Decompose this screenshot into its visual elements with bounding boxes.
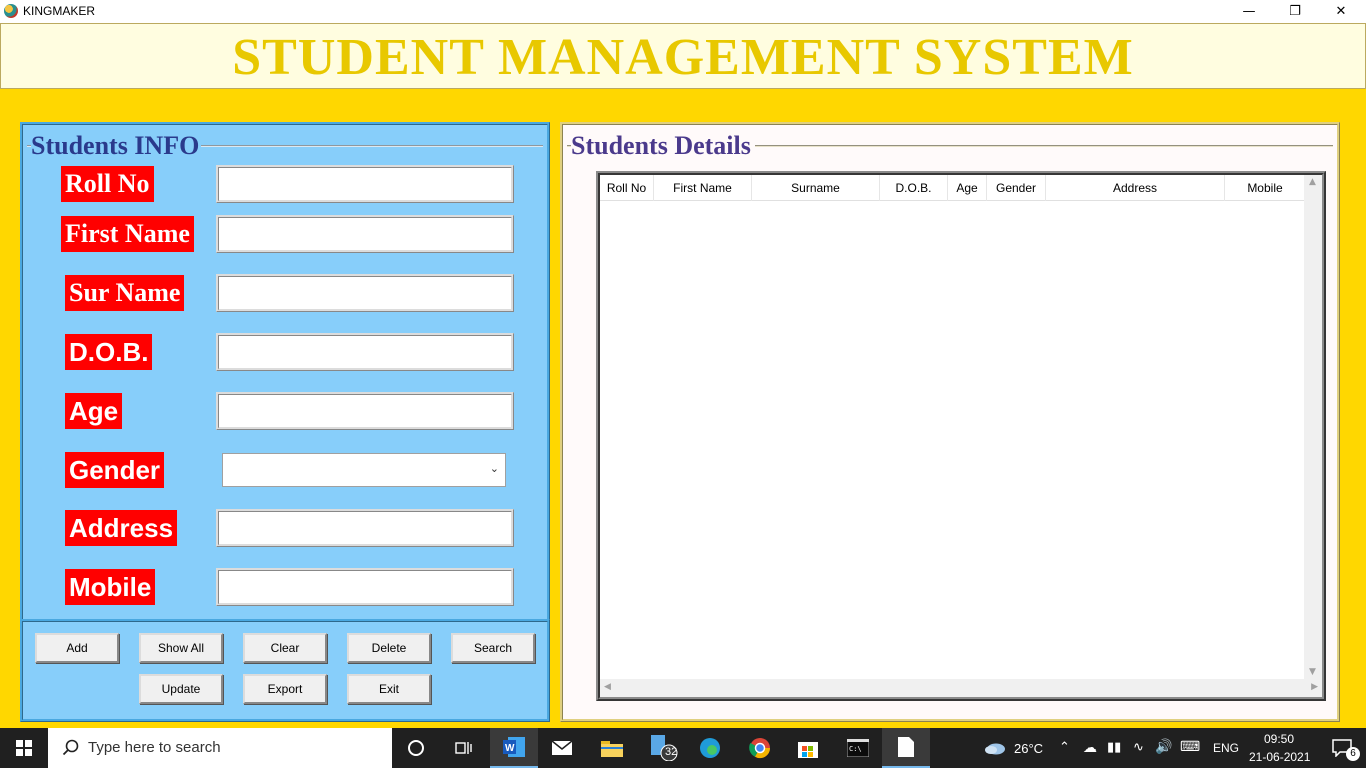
age-label: Age: [65, 393, 123, 429]
sur-name-input[interactable]: [216, 274, 514, 312]
window-title: KINGMAKER: [23, 4, 96, 18]
dob-label: D.O.B.: [65, 334, 153, 370]
badge-count: 32: [665, 746, 678, 758]
students-info-panel: Students INFO Roll No First Name Sur Nam…: [20, 122, 550, 622]
search-placeholder: Type here to search: [88, 739, 221, 756]
delete-button[interactable]: Delete: [347, 633, 431, 663]
restore-button[interactable]: ❐: [1272, 0, 1318, 23]
add-button[interactable]: Add: [35, 633, 119, 663]
clock-time[interactable]: 09:50: [1264, 732, 1294, 746]
roll-no-input[interactable]: [216, 165, 514, 203]
terminal-icon[interactable]: C:\: [834, 728, 882, 768]
mail-icon[interactable]: [538, 728, 586, 768]
address-label: Address: [65, 510, 178, 546]
gender-label: Gender: [65, 452, 165, 488]
notification-count: 6: [1346, 747, 1360, 761]
notification-icon[interactable]: 6: [1318, 728, 1366, 768]
mobile-input[interactable]: [216, 568, 514, 606]
minimize-button[interactable]: —: [1226, 0, 1272, 23]
onedrive-icon[interactable]: ☁: [1083, 739, 1097, 756]
gender-dropdown[interactable]: ⌄: [222, 453, 506, 487]
svg-text:C:\: C:\: [849, 745, 862, 753]
scroll-up-icon[interactable]: ▲: [1309, 177, 1316, 187]
column-header-gender[interactable]: Gender: [987, 175, 1046, 201]
cortana-icon[interactable]: [392, 728, 440, 768]
clear-button[interactable]: Clear: [243, 633, 327, 663]
column-header-dob[interactable]: D.O.B.: [880, 175, 948, 201]
battery-icon[interactable]: ▮▮: [1107, 739, 1121, 755]
roll-no-label: Roll No: [61, 166, 154, 202]
address-input[interactable]: [216, 509, 514, 547]
language-indicator[interactable]: ENG: [1213, 741, 1239, 755]
column-header-first-name[interactable]: First Name: [654, 175, 752, 201]
close-button[interactable]: ✕: [1318, 0, 1364, 23]
column-header-address[interactable]: Address: [1046, 175, 1225, 201]
exit-button[interactable]: Exit: [347, 674, 431, 704]
column-header-roll-no[interactable]: Roll No: [600, 175, 654, 201]
wifi-icon[interactable]: ∿: [1133, 739, 1144, 755]
weather-icon[interactable]: [980, 728, 1010, 768]
students-details-title: Students Details: [571, 131, 755, 161]
taskbar-search-box[interactable]: Type here to search: [48, 728, 392, 768]
sur-name-label: Sur Name: [65, 275, 185, 311]
clock-date[interactable]: 21-06-2021: [1249, 750, 1310, 764]
column-header-surname[interactable]: Surname: [752, 175, 880, 201]
chevron-up-icon[interactable]: ⌃: [1059, 739, 1070, 755]
column-header-age[interactable]: Age: [948, 175, 987, 201]
students-info-title: Students INFO: [31, 131, 202, 161]
windows-start-icon[interactable]: [0, 728, 48, 768]
horizontal-scrollbar[interactable]: ◀ ▶: [600, 679, 1322, 697]
table-header-row: Roll No First Name Surname D.O.B. Age Ge…: [600, 175, 1306, 201]
keyboard-icon[interactable]: ⌨: [1180, 738, 1200, 755]
students-table[interactable]: Roll No First Name Surname D.O.B. Age Ge…: [596, 171, 1326, 701]
task-view-icon[interactable]: [440, 728, 488, 768]
document-icon[interactable]: [882, 728, 930, 768]
dob-input[interactable]: [216, 333, 514, 371]
button-panel: Add Show All Clear Delete Search Update …: [20, 619, 550, 722]
search-icon: [62, 739, 79, 756]
show-all-button[interactable]: Show All: [139, 633, 223, 663]
vertical-scrollbar[interactable]: ▲ ▼: [1304, 175, 1322, 679]
word-icon[interactable]: W: [490, 728, 538, 768]
update-button[interactable]: Update: [139, 674, 223, 704]
first-name-input[interactable]: [216, 215, 514, 253]
svg-text:W: W: [505, 743, 515, 754]
export-button[interactable]: Export: [243, 674, 327, 704]
scroll-right-icon[interactable]: ▶: [1311, 682, 1318, 692]
column-header-mobile[interactable]: Mobile: [1225, 175, 1306, 201]
chevron-down-icon[interactable]: ⌄: [490, 462, 499, 475]
edge-icon[interactable]: [686, 728, 734, 768]
weather-temperature[interactable]: 26°C: [1014, 741, 1043, 756]
app-header: STUDENT MANAGEMENT SYSTEM: [0, 23, 1366, 89]
calendar-icon[interactable]: 32: [640, 728, 688, 768]
app-logo-icon: [4, 4, 18, 18]
taskbar: Type here to search W 32 C:\ 26°C ⌃ ☁ ▮▮…: [0, 728, 1366, 768]
file-explorer-icon[interactable]: [588, 728, 636, 768]
age-input[interactable]: [216, 392, 514, 430]
page-title: STUDENT MANAGEMENT SYSTEM: [232, 29, 1134, 86]
first-name-label: First Name: [61, 216, 194, 252]
scroll-down-icon[interactable]: ▼: [1309, 667, 1316, 677]
mobile-label: Mobile: [65, 569, 156, 605]
store-icon[interactable]: [784, 728, 832, 768]
chrome-icon[interactable]: [736, 728, 784, 768]
students-details-panel: Students Details Roll No First Name Surn…: [560, 122, 1340, 722]
volume-icon[interactable]: 🔊: [1155, 738, 1172, 755]
search-button[interactable]: Search: [451, 633, 535, 663]
window-titlebar: KINGMAKER — ❐ ✕: [0, 0, 1366, 23]
scroll-left-icon[interactable]: ◀: [604, 682, 611, 692]
